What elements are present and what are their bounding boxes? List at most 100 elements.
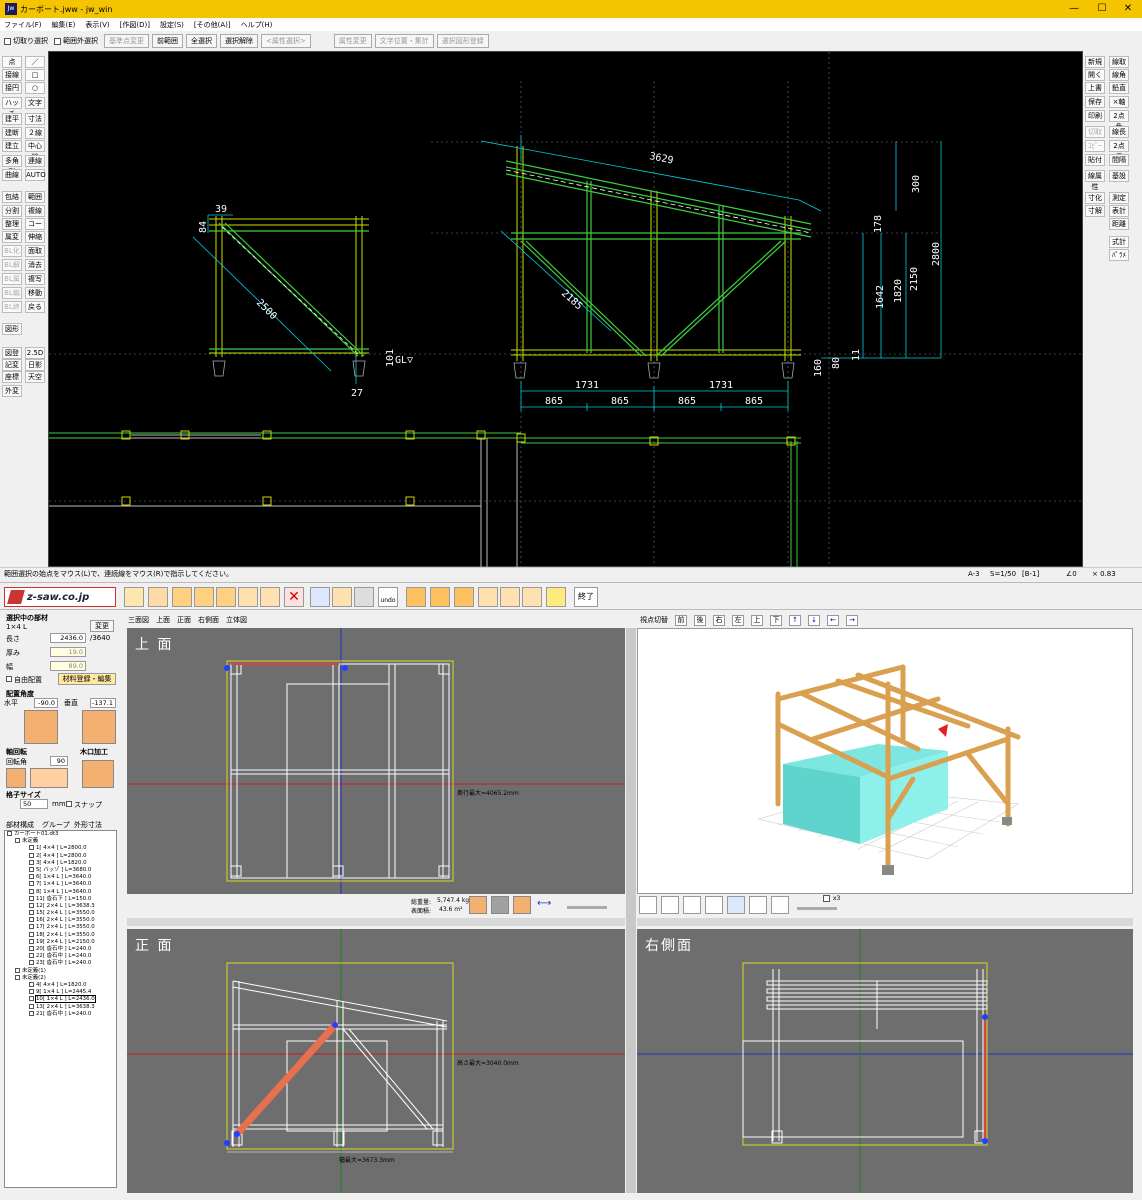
checkbox-icon[interactable]: [7, 831, 12, 836]
render-mode-icon[interactable]: [661, 896, 679, 914]
left-tool-3-0[interactable]: ハッチ: [2, 97, 22, 118]
left-tool-20-1[interactable]: 日影: [25, 359, 45, 371]
checkbox-icon[interactable]: [29, 866, 34, 872]
deselect-button[interactable]: 選択解除: [220, 34, 258, 48]
undo-button[interactable]: undo: [378, 587, 398, 607]
tab-parts[interactable]: 部材構成: [6, 820, 34, 830]
swap-icon[interactable]: ⟷: [537, 898, 551, 912]
checkbox-icon[interactable]: [29, 910, 34, 916]
paint-icon[interactable]: [260, 587, 280, 607]
list-icon[interactable]: [332, 587, 352, 607]
checkbox-icon[interactable]: [29, 953, 34, 959]
length-input[interactable]: 2436.0: [50, 633, 86, 643]
table-icon[interactable]: [310, 587, 330, 607]
close-button[interactable]: ✕: [1114, 0, 1142, 18]
right-tool-2-1[interactable]: 鉛直: [1109, 82, 1129, 94]
top-view-pane[interactable]: 上 面 奥行最大=4065.2mm: [127, 628, 625, 894]
left-tool-12-0[interactable]: 属変: [2, 231, 22, 243]
tree-item[interactable]: 11[ 沓石下 ] L=150.0: [5, 895, 116, 903]
tree-item[interactable]: 15[ 2×4 L ] L=3550.0: [5, 910, 116, 917]
left-tool-11-0[interactable]: 整理: [2, 218, 22, 230]
tree-item[interactable]: 4[ 4×4 ] L=1820.0: [5, 981, 116, 989]
attr-change-button[interactable]: 属性変更: [333, 34, 372, 48]
delete-icon[interactable]: ✕: [284, 587, 304, 607]
checkbox-icon[interactable]: [15, 974, 20, 980]
checkbox-icon[interactable]: [29, 888, 34, 894]
attr-select-button[interactable]: <属性選択>: [261, 34, 311, 48]
left-tool-5-1[interactable]: ２線: [25, 127, 45, 139]
checkbox-icon[interactable]: [29, 996, 34, 1002]
box-icon[interactable]: [705, 896, 723, 914]
left-tool-19-1[interactable]: 2.5D: [25, 347, 45, 359]
right-tool-5-1[interactable]: 線長: [1109, 126, 1129, 138]
right-tool-12-1[interactable]: 式計: [1109, 236, 1129, 248]
vertical-splitter[interactable]: [626, 628, 636, 1193]
right-tool-3-1[interactable]: ×軸: [1109, 96, 1129, 108]
angle[interactable]: ∠0: [1066, 568, 1077, 581]
prev-range-button[interactable]: 前範囲: [152, 34, 183, 48]
front-view-pane[interactable]: 正 面 高さ最大=3040.0mm 幅最大=3673.3mm: [127, 929, 625, 1193]
right-tool-4-0[interactable]: 印刷: [1085, 110, 1105, 122]
menu-file[interactable]: ファイル(F): [4, 20, 42, 30]
left-tool-14-1[interactable]: 消去: [25, 259, 45, 271]
left-tool-13-1[interactable]: 面取: [25, 245, 45, 257]
outside-select-check[interactable]: 範囲外選択: [54, 36, 98, 46]
left-tool-2-1[interactable]: ○: [25, 82, 45, 94]
vertical-input[interactable]: -137.1: [90, 698, 116, 708]
color-wheel-icon[interactable]: [639, 896, 657, 914]
right-tool-10-0[interactable]: 寸解: [1085, 205, 1105, 217]
checkbox-icon[interactable]: [29, 938, 34, 944]
tab-three-view[interactable]: 三面図: [128, 614, 149, 627]
right-tool-10-1[interactable]: 表計: [1109, 205, 1129, 217]
right-tool-4-1[interactable]: 2点角: [1109, 110, 1129, 131]
frame-icon[interactable]: [238, 587, 258, 607]
left-tool-11-1[interactable]: コーナー: [25, 218, 45, 239]
menu-other[interactable]: [その他(A)]: [194, 20, 231, 30]
thickness-input[interactable]: 19.0: [50, 647, 86, 657]
tree-item[interactable]: 2[ 4×4 ] L=2800.0: [5, 852, 116, 860]
menu-view[interactable]: 表示(V): [85, 20, 109, 30]
tree-item[interactable]: 6[ 1×4 L ] L=3640.0: [5, 874, 116, 881]
checkbox-icon[interactable]: [29, 1003, 34, 1009]
h-scroll-left[interactable]: [127, 918, 625, 926]
tree-item[interactable]: 1[ 4×4 ] L=2800.0: [5, 845, 116, 852]
scale[interactable]: S=1/50: [990, 568, 1016, 581]
right-tool-2-0[interactable]: 上書: [1085, 82, 1105, 94]
arrow-up-icon[interactable]: ↑: [789, 615, 801, 626]
checkbox-icon[interactable]: [29, 960, 34, 966]
left-tool-19-0[interactable]: 図登: [2, 347, 22, 359]
calc-icon[interactable]: [522, 587, 542, 607]
right-tool-5-0[interactable]: 切取: [1085, 126, 1105, 138]
house-icon[interactable]: [500, 587, 520, 607]
left-tool-4-1[interactable]: 寸法: [25, 113, 45, 125]
left-tool-2-0[interactable]: 接円: [2, 82, 22, 94]
tree-item[interactable]: 21[ 沓石中 ] L=240.0: [5, 1010, 116, 1018]
align-part-icon[interactable]: [513, 896, 531, 914]
settings-icon[interactable]: [354, 587, 374, 607]
checkbox-icon[interactable]: [29, 981, 34, 987]
tab-outline[interactable]: 外形寸法: [74, 820, 102, 830]
checkbox-icon[interactable]: [29, 881, 34, 887]
new-icon[interactable]: [406, 587, 426, 607]
left-tool-1-1[interactable]: □: [25, 69, 45, 81]
left-tool-16-0[interactable]: BL編: [2, 287, 22, 299]
cad-drawing-area[interactable]: 39 84 2500 101 GL▽ 27 3629 2185 300 178 …: [48, 51, 1083, 568]
free-place-check[interactable]: 自由配置: [6, 675, 42, 685]
left-tool-9-1[interactable]: 範囲: [25, 191, 45, 203]
grid-floor-icon[interactable]: [727, 896, 745, 914]
left-tool-8-1[interactable]: AUTO: [25, 169, 46, 181]
menu-edit[interactable]: 編集(E): [52, 20, 76, 30]
checkbox-icon[interactable]: [29, 924, 34, 930]
checkbox-icon[interactable]: [29, 852, 34, 858]
view-right-button[interactable]: 右: [713, 615, 725, 626]
place-part-icon[interactable]: [124, 587, 144, 607]
view-top-button[interactable]: 上: [751, 615, 763, 626]
right-tool-9-1[interactable]: 測定: [1109, 192, 1129, 204]
tree-group[interactable]: 未定義(2): [5, 974, 116, 982]
view-bottom-button[interactable]: 下: [770, 615, 782, 626]
right-tool-0-1[interactable]: 線取: [1109, 56, 1129, 68]
tree-item[interactable]: 7[ 1×4 L ] L=3640.0: [5, 881, 116, 888]
width-input[interactable]: 89.0: [50, 661, 86, 671]
left-tool-0-1[interactable]: ／: [25, 56, 45, 68]
tree-item[interactable]: 5[ バッゾ ] L=3680.0: [5, 866, 116, 874]
